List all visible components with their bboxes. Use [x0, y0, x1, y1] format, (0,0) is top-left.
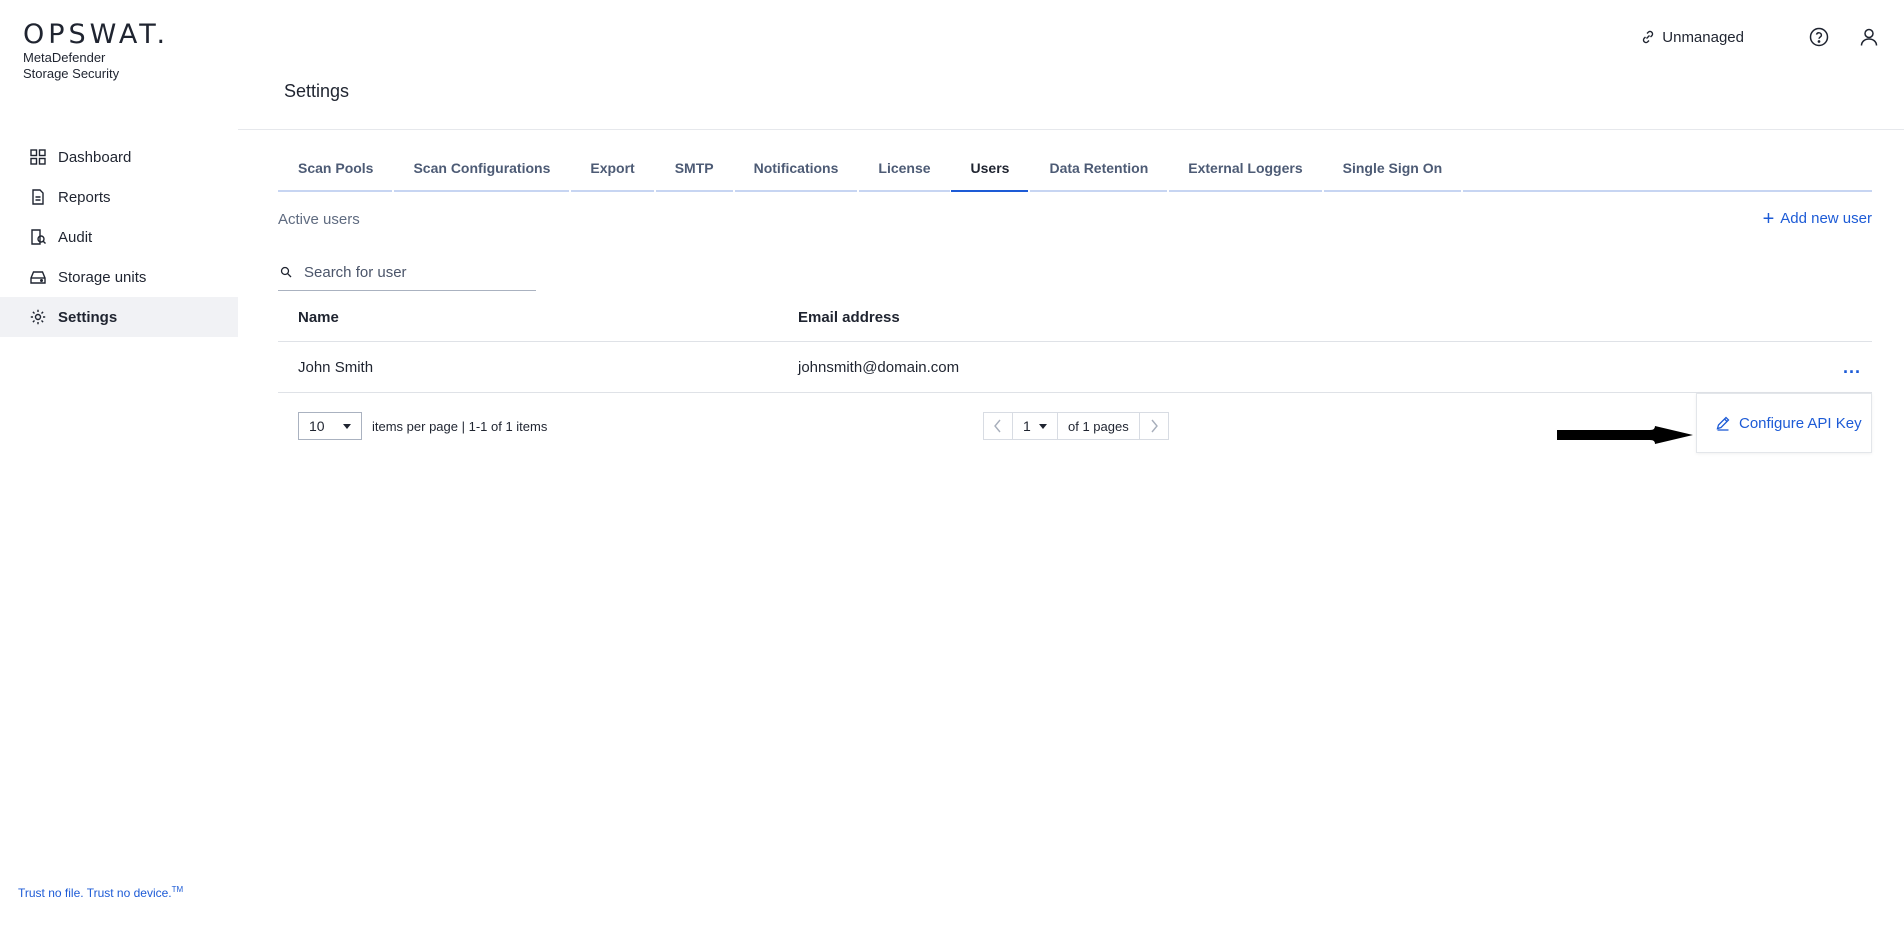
active-users-label: Active users [278, 211, 360, 228]
unmanaged-status[interactable]: Unmanaged [1640, 29, 1744, 46]
chevron-left-icon [994, 419, 1001, 433]
tab-data-retention[interactable]: Data Retention [1029, 146, 1170, 192]
sidebar-item-audit[interactable]: Audit [0, 217, 238, 257]
current-page-select[interactable]: 1 [1012, 413, 1058, 439]
add-user-button[interactable]: + Add new user [1762, 207, 1872, 230]
sidebar-item-label: Settings [58, 308, 118, 326]
users-table: Name Email address John Smith johnsmith@… [278, 294, 1872, 393]
user-name-cell: John Smith [298, 358, 374, 376]
next-page-button[interactable] [1138, 413, 1168, 439]
sidebar-item-label: Storage units [58, 268, 147, 286]
product-name-line1: MetaDefender [23, 50, 106, 65]
trademark-mark: TM [171, 885, 184, 894]
plus-icon: + [1762, 207, 1775, 230]
audit-icon [31, 229, 46, 245]
tab-scan-configurations[interactable]: Scan Configurations [393, 146, 572, 192]
sidebar-item-label: Dashboard [58, 148, 132, 166]
page-size-value: 10 [309, 418, 325, 434]
column-header-name[interactable]: Name [278, 309, 798, 326]
current-page-value: 1 [1023, 418, 1031, 434]
unmanaged-label: Unmanaged [1662, 28, 1744, 46]
previous-page-button[interactable] [984, 413, 1012, 439]
tab-external-loggers[interactable]: External Loggers [1168, 146, 1325, 192]
tab-smtp[interactable]: SMTP [655, 146, 735, 192]
tagline: Trust no file. Trust no device.TM [18, 885, 183, 900]
tagline-text: Trust no file. Trust no device. [18, 886, 172, 900]
header-divider [238, 129, 1904, 130]
tab-export[interactable]: Export [570, 146, 657, 192]
sidebar-item-dashboard[interactable]: Dashboard [0, 137, 238, 177]
dashboard-icon [30, 149, 46, 165]
page-navigation: 1 of 1 pages [983, 412, 1169, 440]
search-field [278, 254, 536, 291]
help-icon[interactable] [1808, 26, 1830, 48]
page-size-control: 10 items per page | 1-1 of 1 items [298, 412, 547, 440]
table-header: Name Email address [278, 294, 1872, 342]
sidebar-item-storage-units[interactable]: Storage units [0, 257, 238, 297]
link-icon [1643, 30, 1654, 44]
storage-icon [30, 271, 46, 284]
pointer-arrow-annotation [1557, 426, 1693, 444]
user-email-cell: johnsmith@domain.com [798, 358, 960, 376]
configure-api-key-item[interactable]: Configure API Key [1715, 415, 1862, 432]
tab-scan-pools[interactable]: Scan Pools [278, 146, 395, 192]
sidebar-nav: Dashboard Reports Audit Storage units Se… [0, 137, 238, 337]
search-input[interactable] [302, 262, 526, 282]
configure-api-key-label: Configure API Key [1739, 414, 1862, 432]
more-actions-button[interactable]: ... [1832, 357, 1872, 378]
page-title: Settings [284, 81, 350, 101]
tab-users[interactable]: Users [950, 146, 1031, 192]
topbar: Unmanaged [1640, 26, 1880, 48]
tab-single-sign-on[interactable]: Single Sign On [1323, 146, 1463, 192]
sidebar-item-label: Audit [58, 228, 93, 246]
brand: OPSWAT. MetaDefender Storage Security [23, 19, 170, 82]
table-row[interactable]: John Smith johnsmith@domain.com ... [278, 342, 1872, 393]
chevron-right-icon [1151, 419, 1158, 433]
page-size-select[interactable]: 10 [298, 412, 362, 440]
tab-notifications[interactable]: Notifications [734, 146, 860, 192]
tab-license[interactable]: License [858, 146, 952, 192]
row-actions-menu: Configure API Key [1696, 393, 1872, 453]
settings-tabs: Scan Pools Scan Configurations Export SM… [278, 146, 1872, 192]
page-count-text: of 1 pages [1068, 418, 1129, 434]
chevron-down-icon [343, 423, 351, 429]
sidebar-item-settings[interactable]: Settings [0, 297, 238, 337]
sidebar-item-reports[interactable]: Reports [0, 177, 238, 217]
report-icon [32, 189, 44, 205]
pencil-icon [1716, 416, 1730, 431]
user-icon[interactable] [1858, 26, 1880, 48]
column-header-email[interactable]: Email address [798, 309, 1872, 326]
sidebar-item-label: Reports [58, 188, 111, 206]
product-name-line2: Storage Security [23, 66, 120, 81]
gear-icon [30, 309, 46, 325]
add-user-label: Add new user [1780, 210, 1872, 227]
search-icon [280, 266, 292, 278]
opswat-logo: OPSWAT. [23, 19, 170, 50]
chevron-down-icon [1039, 423, 1047, 429]
items-per-page-text: items per page | 1-1 of 1 items [372, 418, 548, 434]
